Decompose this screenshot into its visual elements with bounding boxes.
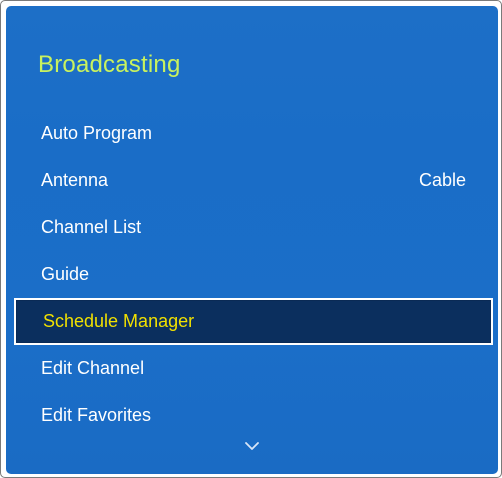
menu-window: Broadcasting Auto Program Antenna Cable …: [0, 0, 502, 478]
menu-item-auto-program[interactable]: Auto Program: [6, 110, 498, 157]
broadcasting-menu: Auto Program Antenna Cable Channel List …: [6, 110, 498, 439]
chevron-down-icon: [245, 442, 259, 450]
menu-item-label: Edit Favorites: [41, 405, 152, 425]
menu-item-label: Guide: [41, 264, 90, 284]
broadcasting-panel: Broadcasting Auto Program Antenna Cable …: [6, 6, 498, 474]
menu-item-edit-favorites[interactable]: Edit Favorites: [6, 392, 498, 439]
menu-item-label: Auto Program: [41, 123, 153, 143]
menu-item-label: Edit Channel: [41, 358, 145, 378]
menu-item-schedule-manager[interactable]: Schedule Manager: [14, 298, 493, 345]
menu-item-label: Antenna: [41, 170, 109, 190]
scroll-down-button[interactable]: [6, 441, 498, 451]
panel-title: Broadcasting: [38, 51, 181, 78]
menu-item-edit-channel[interactable]: Edit Channel: [6, 345, 498, 392]
menu-item-label: Schedule Manager: [43, 311, 195, 331]
menu-item-channel-list[interactable]: Channel List: [6, 204, 498, 251]
antenna-value: Cable: [418, 170, 466, 190]
menu-item-label: Channel List: [41, 217, 142, 237]
menu-item-antenna[interactable]: Antenna Cable: [6, 157, 498, 204]
menu-item-guide[interactable]: Guide: [6, 251, 498, 298]
